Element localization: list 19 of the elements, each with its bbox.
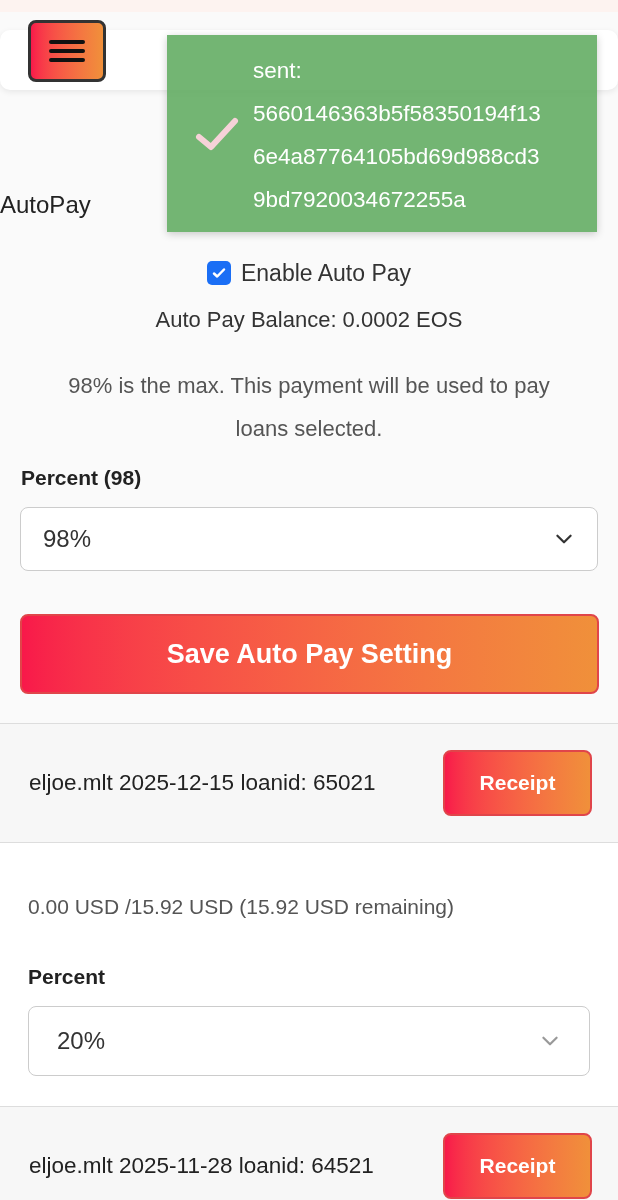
amount-text: 0.00 USD /15.92 USD (15.92 USD remaining)	[28, 894, 456, 920]
save-button[interactable]: Save Auto Pay Setting	[20, 614, 599, 694]
note-text: 98% is the max. This payment will be used to pay loans selected.	[67, 371, 551, 443]
checkbox-label: Enable Auto Pay	[240, 259, 412, 288]
menu-icon	[49, 39, 85, 63]
receipt-button[interactable]: Receipt	[443, 1133, 592, 1199]
receipt-button[interactable]: Receipt	[443, 750, 592, 816]
menu-button[interactable]	[28, 20, 106, 82]
field-label: Percent	[28, 963, 107, 990]
check-icon	[195, 117, 239, 153]
checkbox[interactable]	[206, 261, 231, 286]
field-label: Percent (98)	[20, 464, 143, 491]
toast-message: sent: 5660146363b5f58350194f136e4a87764105bd69d988cd39bd7920034672255a	[253, 57, 542, 214]
percent-select[interactable]: 20%	[28, 1006, 590, 1076]
loan-title: eljoe.mlt 2025-12-15 loanid: 65021	[29, 769, 376, 798]
balance-text: Auto Pay Balance: 0.0002 EOS	[154, 305, 464, 334]
section-heading: AutoPay	[0, 190, 91, 220]
loan-title: eljoe.mlt 2025-11-28 loanid: 64521	[29, 1152, 374, 1181]
percent-select[interactable]: 98%	[20, 507, 598, 571]
